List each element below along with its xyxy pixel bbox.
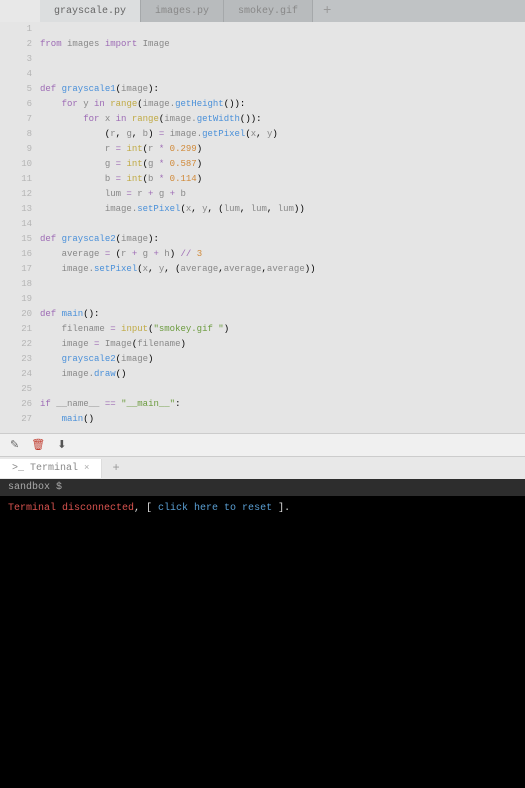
tab-label: smokey.gif xyxy=(238,6,298,17)
line-gutter: 1234567891011121314151617181920212223242… xyxy=(0,22,40,427)
terminal-add-button[interactable]: + xyxy=(102,457,129,479)
delete-icon[interactable]: 🗑 xyxy=(31,438,45,452)
terminal-tab-label: Terminal xyxy=(30,463,78,474)
plus-icon: + xyxy=(112,461,119,475)
terminal-text: ]. xyxy=(272,503,290,514)
tab-images[interactable]: images.py xyxy=(141,0,224,22)
download-icon[interactable]: ⬇ xyxy=(57,438,66,452)
editor-toolbar: ✎ 🗑 ⬇ xyxy=(0,433,525,456)
plus-icon: + xyxy=(323,3,331,19)
code-editor[interactable]: 1234567891011121314151617181920212223242… xyxy=(0,22,525,433)
tab-smokey[interactable]: smokey.gif xyxy=(224,0,313,22)
code-content[interactable]: from images import Imagedef grayscale1(i… xyxy=(40,22,525,427)
terminal-body: Terminal disconnected, [ click here to r… xyxy=(0,496,525,522)
close-icon[interactable]: × xyxy=(84,463,89,473)
terminal-tab-bar: >_ Terminal × + xyxy=(0,456,525,479)
terminal-text: , [ xyxy=(134,503,158,514)
terminal-error-text: Terminal disconnected xyxy=(8,503,134,514)
editor-tab-bar: grayscale.py images.py smokey.gif + xyxy=(40,0,525,22)
tab-label: grayscale.py xyxy=(54,6,126,17)
terminal-reset-link[interactable]: click here to reset xyxy=(158,503,272,514)
edit-icon[interactable]: ✎ xyxy=(10,438,19,452)
tab-label: images.py xyxy=(155,6,209,17)
tab-grayscale[interactable]: grayscale.py xyxy=(40,0,141,22)
tab-add-button[interactable]: + xyxy=(313,0,341,22)
terminal-panel[interactable]: sandbox $ Terminal disconnected, [ click… xyxy=(0,479,525,788)
terminal-tab[interactable]: >_ Terminal × xyxy=(0,459,102,478)
terminal-prompt-icon: >_ xyxy=(12,463,24,474)
terminal-header: sandbox $ xyxy=(0,479,525,496)
